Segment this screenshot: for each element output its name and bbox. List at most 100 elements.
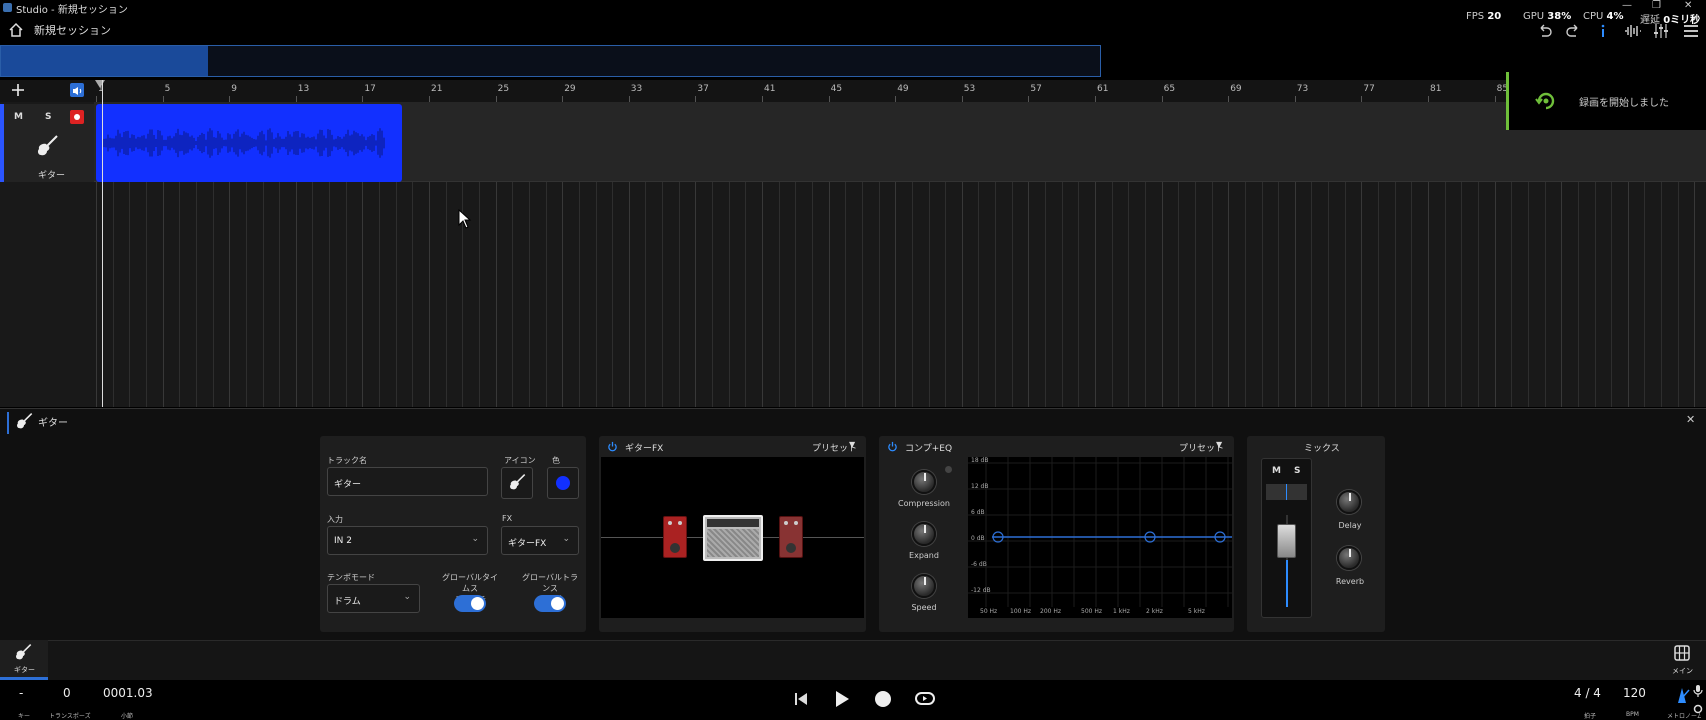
reverb-knob[interactable] xyxy=(1337,546,1361,570)
loop-icon[interactable] xyxy=(914,690,936,708)
ruler-tick-label: 25 xyxy=(497,84,510,94)
pedal-1-icon[interactable] xyxy=(663,516,687,558)
transpose-value[interactable]: 0 xyxy=(63,686,71,700)
input-select[interactable]: IN 2 ⌄ xyxy=(327,526,488,555)
undo-icon[interactable] xyxy=(1536,22,1554,40)
microphone-icon[interactable] xyxy=(1692,684,1704,698)
track-record-arm-button[interactable] xyxy=(70,110,84,124)
fx-select[interactable]: ギターFX ⌄ xyxy=(501,526,579,555)
redo-icon[interactable] xyxy=(1564,22,1582,40)
play-icon[interactable] xyxy=(833,690,851,708)
mouse-cursor-icon xyxy=(458,209,472,229)
pan-indicator xyxy=(1286,484,1287,500)
tempo-mode-label: テンポモード xyxy=(327,573,375,582)
title-bar: Studio - 新規セッション — ❐ ✕ xyxy=(0,0,1706,16)
time-signature-value[interactable]: 4 / 4 xyxy=(1574,686,1601,700)
record-icon[interactable] xyxy=(874,690,892,708)
eq-freq-label: 1 kHz xyxy=(1113,608,1130,615)
ruler-tick-label: 21 xyxy=(431,84,443,94)
waveform-icon[interactable] xyxy=(1624,22,1642,40)
track-name-input[interactable]: ギター xyxy=(327,467,488,496)
track-mute-button[interactable]: M xyxy=(14,112,23,122)
ruler-tick-label: 49 xyxy=(897,84,909,94)
home-icon[interactable] xyxy=(8,22,24,38)
tempo-mode-value: ドラム xyxy=(334,597,361,607)
chevron-down-icon: ⌄ xyxy=(562,534,570,544)
close-window-button[interactable]: ✕ xyxy=(1684,0,1692,11)
ruler-tick-label: 61 xyxy=(1097,84,1109,94)
overview-visible-range[interactable] xyxy=(1,46,208,76)
icon-picker[interactable] xyxy=(501,467,533,499)
global-transpose-toggle[interactable] xyxy=(534,595,566,612)
track-name: ギター xyxy=(38,171,66,181)
gr-indicator xyxy=(945,466,952,473)
main-tab[interactable]: メイン xyxy=(1658,640,1706,680)
eq-curve-svg xyxy=(968,457,1232,607)
color-swatch xyxy=(556,476,570,490)
toast-notification: 録画を開始しました xyxy=(1506,72,1706,130)
eq-db-label: 12 dB xyxy=(971,483,989,490)
bpm-value[interactable]: 120 xyxy=(1623,686,1646,700)
ruler-tick-label: 5 xyxy=(164,84,171,94)
mix-mute-button[interactable]: M xyxy=(1272,466,1281,476)
mix-solo-button[interactable]: S xyxy=(1294,466,1300,476)
delay-knob[interactable] xyxy=(1337,490,1361,514)
global-stretch-toggle[interactable] xyxy=(454,595,486,612)
amplifier-icon[interactable] xyxy=(703,515,763,561)
monitor-toggle[interactable] xyxy=(70,83,84,97)
position-value[interactable]: 0001.03 xyxy=(103,686,153,700)
delay-label: Delay xyxy=(1338,521,1362,530)
menu-icon[interactable] xyxy=(1682,22,1700,40)
bpm-label: BPM xyxy=(1626,711,1639,718)
main-tab-label: メイン xyxy=(1672,667,1693,675)
fps-readout: FPS 20 xyxy=(1466,11,1502,22)
power-icon[interactable] xyxy=(607,441,618,452)
compression-knob[interactable] xyxy=(912,470,936,494)
add-track-icon[interactable] xyxy=(10,82,26,98)
picker-guitar-icon xyxy=(510,473,526,490)
audio-clip[interactable] xyxy=(96,104,402,182)
track-solo-button[interactable]: S xyxy=(45,112,51,122)
volume-fader[interactable] xyxy=(1277,524,1296,558)
eq-db-label: 0 dB xyxy=(971,535,985,542)
metronome-icon[interactable] xyxy=(1672,686,1692,704)
tab-guitar-icon xyxy=(16,643,32,660)
mixer-icon[interactable] xyxy=(1652,22,1670,40)
eq-db-label: 6 dB xyxy=(971,509,985,516)
caret-down-icon: ▼ xyxy=(849,440,856,449)
info-icon[interactable] xyxy=(1594,22,1612,40)
eq-graph[interactable]: 18 dB 12 dB 6 dB 0 dB -6 dB -12 dB 50 Hz 100 Hz… xyxy=(968,457,1232,618)
ruler-tick-label: 17 xyxy=(364,84,376,94)
key-value[interactable]: - xyxy=(19,686,23,700)
track-tab[interactable]: ギター xyxy=(0,640,48,680)
editor-title: ギター xyxy=(38,418,68,429)
toast-message: 録画を開始しました xyxy=(1579,98,1669,109)
timeline-overview[interactable] xyxy=(0,45,1101,77)
expand-label: Expand xyxy=(909,551,939,560)
timeline-ruler[interactable] xyxy=(0,80,1706,102)
compression-label: Compression xyxy=(898,499,950,508)
icon-label: アイコン xyxy=(504,456,536,465)
minimize-button[interactable]: — xyxy=(1622,0,1632,11)
speed-knob[interactable] xyxy=(912,574,936,598)
ruler-tick-label: 53 xyxy=(963,84,976,94)
ruler-tick-label: 13 xyxy=(297,84,310,94)
tempo-mode-select[interactable]: ドラム ⌄ xyxy=(327,584,420,613)
ruler-tick-label: 81 xyxy=(1430,84,1442,94)
global-transpose-label-line1: グローバルトランス xyxy=(522,573,578,593)
maximize-button[interactable]: ❐ xyxy=(1652,0,1661,11)
fx-select-value: ギターFX xyxy=(508,539,547,549)
color-picker[interactable] xyxy=(547,467,579,499)
eq-db-label: -12 dB xyxy=(971,587,991,594)
eq-db-label: -6 dB xyxy=(971,561,987,568)
amp-control-strip xyxy=(707,519,759,527)
playhead[interactable] xyxy=(102,80,103,407)
pan-control[interactable] xyxy=(1266,484,1307,500)
fx-label: FX xyxy=(502,514,513,523)
skip-back-icon[interactable] xyxy=(793,691,809,707)
editor-close-button[interactable]: ✕ xyxy=(1686,413,1695,426)
power-icon[interactable] xyxy=(887,441,898,452)
expand-knob[interactable] xyxy=(912,522,936,546)
pedal-2-icon[interactable] xyxy=(779,516,803,558)
fx-chain-view[interactable] xyxy=(601,457,864,618)
